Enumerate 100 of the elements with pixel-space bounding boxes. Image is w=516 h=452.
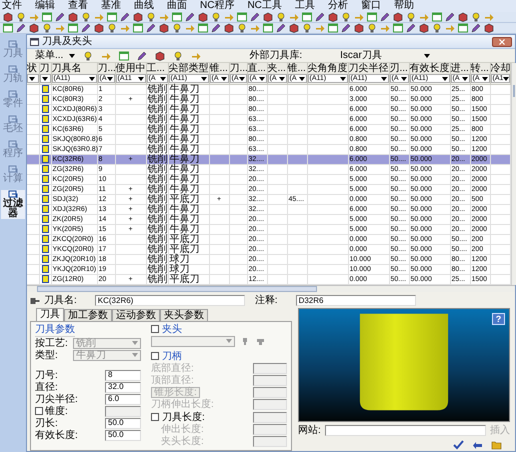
table-cell: 铣削	[148, 124, 166, 134]
checkmark-icon[interactable]	[453, 440, 464, 450]
menu-item[interactable]: 曲面	[167, 0, 187, 12]
bulb-icon[interactable]	[237, 23, 247, 33]
table-cell-text: 牛鼻刀	[170, 134, 200, 144]
input-field[interactable]	[253, 412, 287, 422]
tab[interactable]: 运动参数	[112, 308, 160, 320]
checkbox[interactable]	[151, 352, 159, 360]
tool-icon	[8, 190, 18, 199]
input-field[interactable]	[105, 406, 141, 416]
tab[interactable]: 刀具	[36, 308, 64, 320]
vertical-scrollbar[interactable]	[510, 63, 516, 284]
table-cell-text: 牛鼻刀	[170, 94, 200, 104]
tab[interactable]: 加工参数	[64, 308, 112, 320]
menu-item[interactable]: 分析	[328, 0, 348, 12]
tool-icon	[8, 90, 18, 99]
input-field[interactable]: 8	[105, 370, 141, 380]
bulb-icon[interactable]	[471, 12, 481, 22]
bulb-icon[interactable]	[83, 50, 94, 60]
table-cell-text: 球刀	[170, 254, 190, 264]
table-cell: 铣削	[148, 274, 166, 284]
table-cell-text: 牛鼻刀	[170, 154, 200, 164]
field-label: 刀具名:	[44, 294, 77, 308]
bulb-icon[interactable]	[81, 12, 91, 22]
window-icon	[30, 38, 39, 46]
input-field[interactable]: D32R6	[296, 295, 416, 306]
bulb-icon[interactable]	[16, 12, 26, 22]
bulb-icon[interactable]	[302, 23, 312, 33]
caret-icon	[226, 339, 232, 343]
sidebar-item[interactable]: 过滤器	[1, 190, 25, 219]
field-label: 注释:	[254, 294, 278, 308]
field-label: 直径:	[35, 382, 59, 392]
caret-icon	[424, 54, 430, 58]
arrow-icon[interactable]	[472, 440, 483, 450]
field-label: 按工艺:	[35, 338, 69, 348]
bulb-icon[interactable]	[172, 23, 182, 33]
input-field[interactable]: 50.0	[105, 418, 141, 428]
table-cell-text: 牛鼻刀	[170, 84, 200, 94]
input-field[interactable]	[253, 374, 287, 386]
library-dropdown[interactable]: Iscar刀具	[340, 50, 430, 62]
input-field[interactable]	[253, 424, 287, 434]
caret-icon	[106, 76, 112, 81]
field-label: 锥度:	[45, 406, 69, 416]
menu-item[interactable]: 查看	[68, 0, 88, 12]
input-field[interactable]: 32.0	[105, 382, 141, 392]
input-field[interactable]: 50.0	[105, 430, 141, 440]
field-label: 底部直径:	[151, 362, 194, 374]
bulb-icon[interactable]	[107, 23, 117, 33]
folder-icon[interactable]	[491, 440, 502, 450]
table-cell: 铣削	[148, 134, 166, 144]
checkbox[interactable]	[151, 413, 159, 421]
bulb-icon[interactable]	[42, 23, 52, 33]
bulb-icon[interactable]	[276, 12, 286, 22]
help-button[interactable]: ?	[492, 312, 505, 324]
tool-icon	[8, 115, 18, 124]
table-cell: 铣削	[148, 114, 166, 124]
checkbox[interactable]	[35, 407, 43, 415]
bulb-icon[interactable]	[341, 12, 351, 22]
input-field[interactable]	[253, 398, 287, 410]
caret-icon	[380, 76, 386, 81]
table-cell: 铣削	[148, 214, 166, 224]
input-field[interactable]	[253, 436, 287, 446]
menu-item[interactable]: 基准	[101, 0, 121, 12]
caret-icon	[200, 76, 206, 81]
table-cell-text: 牛鼻刀	[170, 224, 200, 234]
menu-item[interactable]: 编辑	[35, 0, 55, 12]
input-field[interactable]	[324, 424, 486, 436]
field-label: 夹头长度:	[160, 436, 204, 446]
input-field[interactable]: KC(32R6)	[94, 295, 245, 306]
table-cell-text: 牛鼻刀	[170, 104, 200, 114]
menu-item[interactable]: 曲线	[134, 0, 154, 12]
menu-item[interactable]: NC工具	[247, 0, 282, 12]
filter-dropdown[interactable]	[27, 74, 38, 84]
tool-icon	[8, 65, 18, 74]
input-field[interactable]	[253, 386, 287, 398]
input-field[interactable]: 6.0	[105, 394, 141, 404]
close-icon	[499, 38, 505, 44]
menu-dropdown[interactable]: 菜单...	[35, 50, 76, 62]
filter-dropdown[interactable]	[40, 74, 50, 84]
checkbox[interactable]	[151, 325, 159, 333]
menu-item[interactable]: 帮助	[394, 0, 414, 12]
tab[interactable]: 夹头参数	[160, 308, 208, 320]
bulb-icon[interactable]	[406, 12, 416, 22]
field-label: 伸出长度:	[160, 424, 204, 434]
menu-item[interactable]: 工具	[294, 0, 315, 12]
close-button[interactable]	[492, 36, 512, 46]
window-icon[interactable]	[119, 50, 130, 60]
bulb-icon[interactable]	[211, 12, 221, 22]
caret-icon	[220, 76, 226, 81]
group-title: 刀具参数	[35, 324, 75, 336]
caret-icon	[69, 54, 76, 58]
table-cell: 铣削	[148, 264, 166, 274]
input-field[interactable]	[253, 362, 287, 374]
bulb-icon[interactable]	[173, 50, 184, 60]
caret-icon	[238, 76, 244, 81]
bulb-icon[interactable]	[367, 23, 377, 33]
bulb-icon[interactable]	[432, 23, 442, 33]
bulb-icon[interactable]	[146, 12, 156, 22]
table-cell: 铣削	[148, 94, 166, 104]
caret-icon	[138, 76, 144, 81]
